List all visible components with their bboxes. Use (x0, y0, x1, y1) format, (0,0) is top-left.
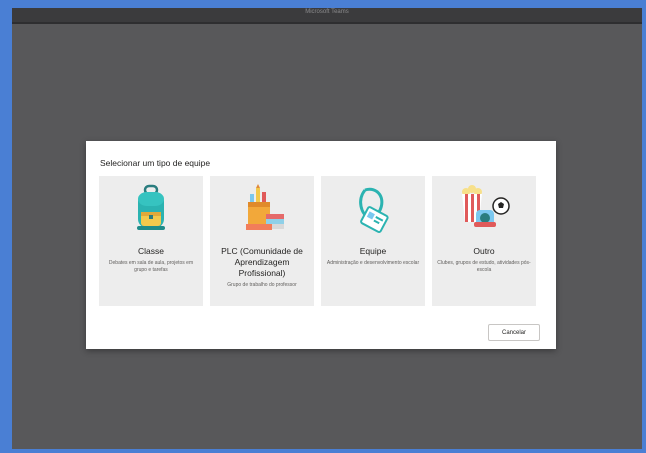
teams-window: Microsoft Teams Selecionar um tipo de eq… (12, 8, 642, 449)
card-title: Outro (473, 246, 495, 256)
card-description: Grupo de trabalho do professor (227, 282, 297, 288)
backpack-icon (99, 184, 203, 238)
team-type-card-staff[interactable]: Equipe Administração e desenvolvimento e… (321, 176, 425, 306)
popcorn-ball-icon (432, 184, 536, 238)
team-type-dialog: Selecionar um tipo de equipe Classe Deba… (86, 141, 556, 349)
cancel-button[interactable]: Cancelar (488, 324, 540, 341)
dialog-title: Selecionar um tipo de equipe (100, 158, 211, 168)
card-description: Administração e desenvolvimento escolar (326, 260, 420, 266)
books-pencils-icon (210, 184, 314, 238)
window-title: Microsoft Teams (305, 9, 349, 15)
card-title: Classe (138, 246, 164, 256)
card-description: Debates em sala de aula, projetos em gru… (108, 260, 194, 273)
team-type-card-other[interactable]: Outro Clubes, grupos de estudo, atividad… (432, 176, 536, 306)
team-type-card-plc[interactable]: PLC (Comunidade de Aprendizagem Profissi… (210, 176, 314, 306)
team-type-card-class[interactable]: Classe Debates em sala de aula, projetos… (99, 176, 203, 306)
card-title: Equipe (359, 246, 387, 256)
id-badge-icon (321, 184, 425, 238)
card-title: PLC (Comunidade de Aprendizagem Profissi… (221, 246, 303, 278)
title-bar: Microsoft Teams (12, 8, 642, 24)
card-description: Clubes, grupos de estudo, atividades pós… (437, 260, 531, 273)
